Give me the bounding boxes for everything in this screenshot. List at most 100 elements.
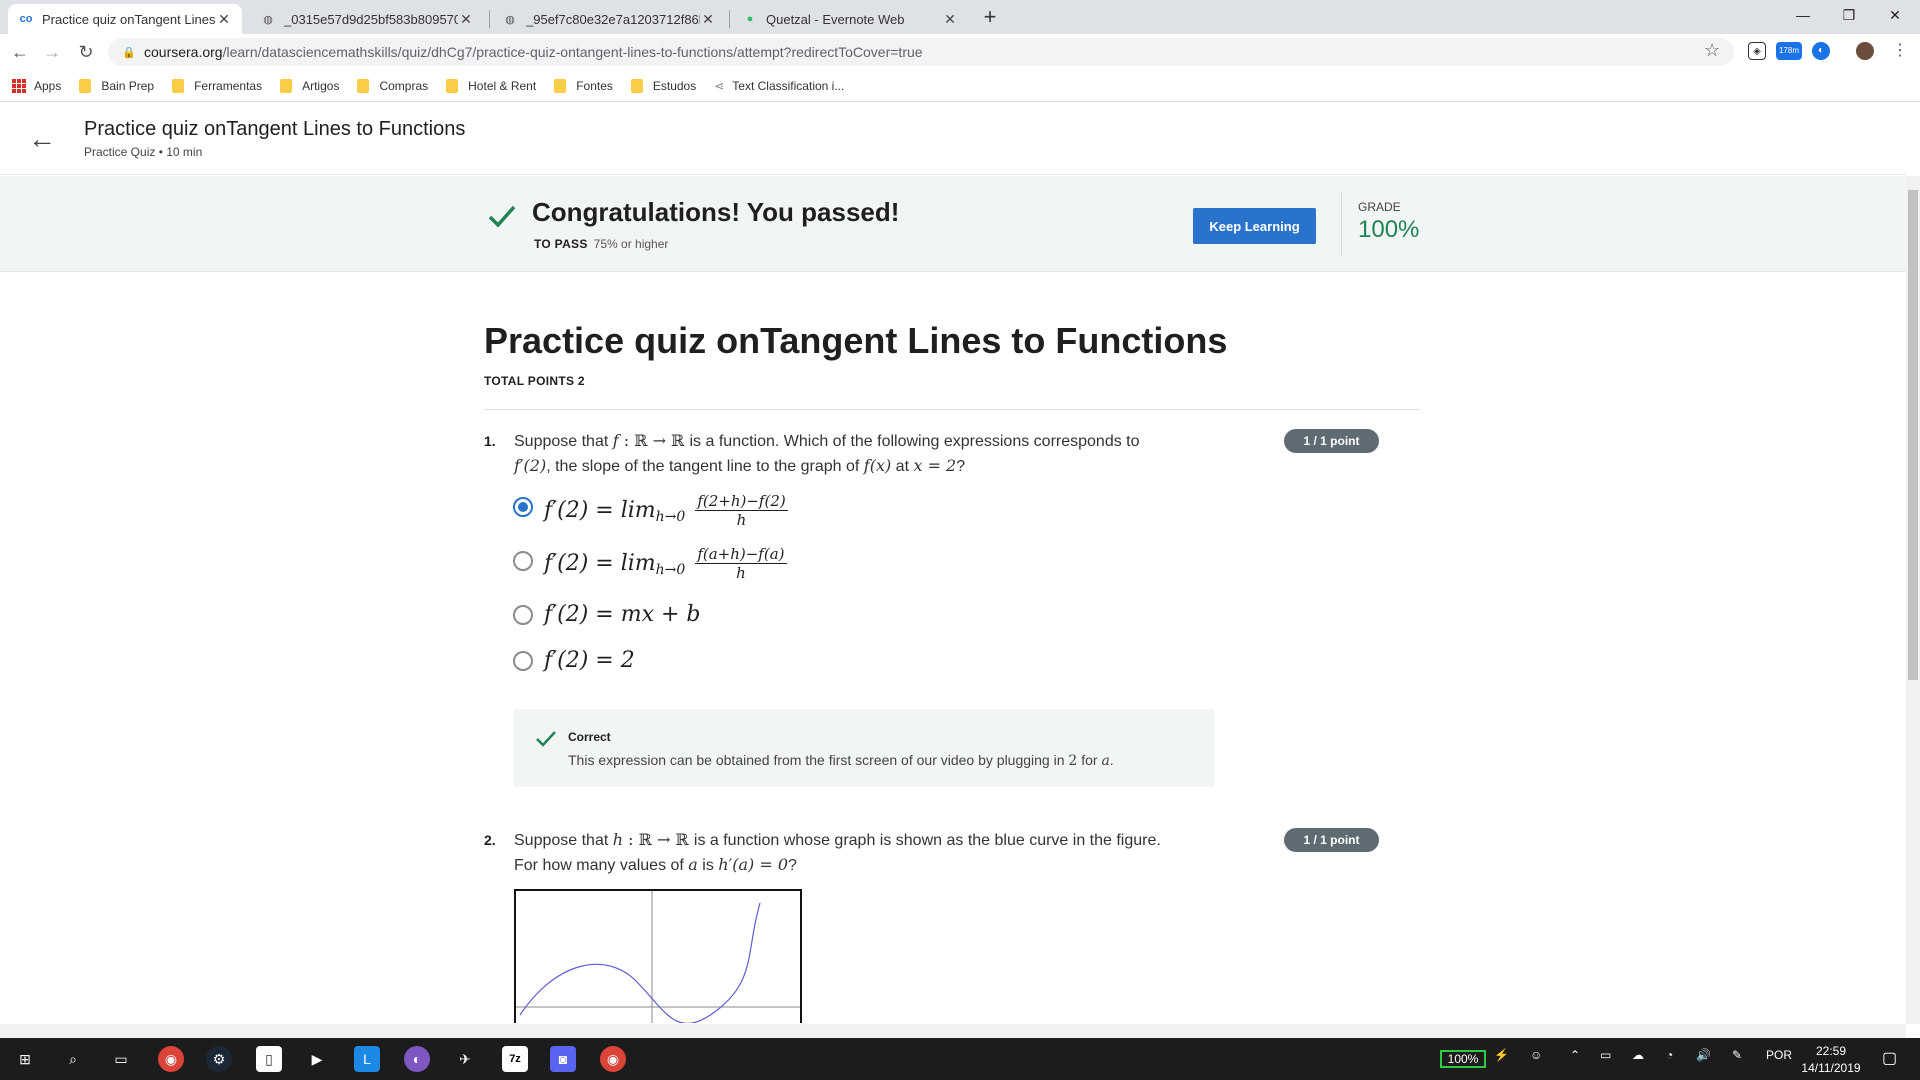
folder-icon [357,78,370,93]
chrome-icon[interactable]: ◉ [158,1046,184,1072]
option-math: f′(2) = lim [544,551,656,576]
eclipse-icon[interactable]: ◐ [404,1046,430,1072]
total-points: TOTAL POINTS 2 [484,374,585,388]
points-badge: 1 / 1 point [1284,429,1379,453]
page-title: Practice quiz onTangent Lines to Functio… [84,118,466,140]
bookmark-folder[interactable]: Ferramentas [172,78,262,93]
keep-learning-button[interactable]: Keep Learning [1193,208,1316,244]
chevron-up-icon[interactable]: ⌃ [1570,1048,1580,1062]
notepad-icon[interactable]: ▯ [256,1046,282,1072]
question-text: Suppose that [514,832,613,849]
reload-icon[interactable]: ↻ [74,40,98,64]
bookmark-folder[interactable]: Compras [357,78,428,93]
battery-indicator[interactable]: 100% [1440,1050,1486,1068]
tab-separator [489,10,490,28]
wifi-icon[interactable]: ◔ [1666,1048,1673,1062]
back-arrow-icon[interactable]: ← [28,124,58,154]
math-expression: x = 2 [913,456,957,475]
bookmark-label: Text Classification i... [732,78,845,93]
bookmark-label: Artigos [302,78,340,93]
question-text: ? [956,458,966,475]
answer-radio[interactable] [513,497,533,517]
extension-timer-icon[interactable]: 178m [1776,42,1802,60]
windows-start-icon[interactable]: ⊞ [12,1046,38,1072]
task-view-icon[interactable]: ▭ [108,1046,134,1072]
feedback-box [514,709,1214,787]
close-tab-icon[interactable]: ✕ [700,11,716,28]
question-text: ? [788,857,797,874]
bookmark-folder[interactable]: Bain Prep [79,78,154,93]
option-subscript: h→0 [655,561,686,578]
search-icon[interactable]: ⌕ [60,1046,86,1072]
steam-icon[interactable]: ⚙ [206,1046,232,1072]
pen-icon[interactable]: ✎ [1732,1048,1742,1062]
discord-icon[interactable]: ◙ [550,1046,576,1072]
answer-radio[interactable] [513,605,533,625]
bookmark-folder[interactable]: Hotel & Rent [446,78,536,93]
power-icon[interactable]: ⚡ [1494,1048,1509,1062]
answer-option-4[interactable]: f′(2) = 2 [544,648,635,673]
bookmark-star-icon[interactable]: ☆ [1704,40,1720,61]
bookmark-apps[interactable]: Apps [12,78,61,93]
7zip-icon[interactable]: 7z [502,1046,528,1072]
math-expression: a [1101,753,1110,769]
minimize-icon[interactable]: — [1780,0,1826,30]
feedback-title: Correct [568,730,611,744]
app-icon[interactable]: ✈ [452,1046,478,1072]
address-bar[interactable]: 🔒 coursera.org/learn/datasciencemathskil… [108,38,1734,66]
tab-evernote[interactable]: ● Quetzal - Evernote Web ✕ [732,4,968,34]
answer-radio[interactable] [513,551,533,571]
tab-3[interactable]: ◍ _95ef7c80e32e7a1203712f86b5c ✕ [492,4,726,34]
grade-label: GRADE [1358,200,1401,214]
extension-owl-icon[interactable]: ◈ [1748,42,1766,60]
people-icon[interactable]: ☺ [1530,1048,1542,1062]
tab-coursera-quiz[interactable]: co Practice quiz onTangent Lines to ✕ [8,4,242,34]
bookmark-folder[interactable]: Fontes [554,78,613,93]
url-host: coursera.org [144,44,223,60]
math-expression: : ℝ → ℝ [618,431,690,450]
new-tab-button[interactable]: + [976,4,1004,32]
divider [1341,192,1342,256]
answer-radio[interactable] [513,651,533,671]
bookmark-link[interactable]: ⋖ Text Classification i... [714,79,844,93]
language-indicator[interactable]: POR [1766,1048,1792,1062]
close-tab-icon[interactable]: ✕ [216,11,232,28]
bookmark-folder[interactable]: Artigos [280,78,340,93]
feedback-text-part: . [1109,752,1114,768]
horizontal-scrollbar[interactable] [0,1024,1906,1038]
close-tab-icon[interactable]: ✕ [458,11,474,28]
clock[interactable]: 22:59 14/11/2019 [1800,1043,1862,1077]
close-window-icon[interactable]: ✕ [1872,0,1918,30]
tab-2[interactable]: ◍ _0315e57d9d25bf583b80957047 ✕ [250,4,484,34]
answer-option-3[interactable]: f′(2) = mx + b [544,602,701,627]
divider [484,409,1420,410]
scrollbar-thumb[interactable] [1908,190,1918,680]
avatar[interactable] [1856,42,1874,60]
option-math: f′(2) = lim [544,498,656,523]
extension-circle-icon[interactable]: ◐ [1812,42,1830,60]
chrome-active-icon[interactable]: ◉ [600,1046,626,1072]
back-icon[interactable]: ← [8,40,32,64]
function-graph [514,889,802,1023]
folder-icon [446,78,459,93]
to-pass-value: 75% or higher [593,237,669,251]
letter-l-icon[interactable]: L [354,1046,380,1072]
question-text: For how many values of [514,857,689,874]
restore-icon[interactable]: ❐ [1826,0,1872,30]
close-tab-icon[interactable]: ✕ [942,11,958,28]
apps-grid-icon [12,78,26,93]
battery-icon[interactable]: ▭ [1600,1048,1611,1062]
tab-label: Practice quiz onTangent Lines to [42,11,216,27]
check-icon [488,205,516,228]
bookmark-folder[interactable]: Estudos [630,78,696,93]
browser-menu-icon[interactable]: ⋮ [1892,40,1908,60]
notifications-icon[interactable]: ▢ [1882,1048,1897,1068]
answer-option-1[interactable]: f′(2) = lim h→0 f(2+h)−f(2) h [544,492,788,529]
math-expression: a [688,855,698,874]
answer-option-2[interactable]: f′(2) = lim h→0 f(a+h)−f(a) h [544,545,787,582]
question-text: is [697,857,719,874]
cloud-icon[interactable]: ☁ [1632,1048,1644,1062]
forward-icon[interactable]: → [40,40,64,64]
volume-icon[interactable]: 🔊 [1696,1048,1711,1062]
media-icon[interactable]: ▶ [304,1046,330,1072]
